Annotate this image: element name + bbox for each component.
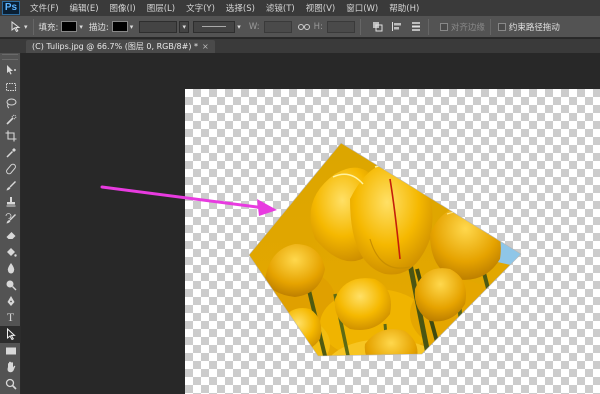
- crop-icon: [5, 130, 16, 142]
- marquee-tool[interactable]: [0, 79, 21, 96]
- menu-image[interactable]: 图像(I): [110, 2, 136, 14]
- menu-filter[interactable]: 滤镜(T): [266, 2, 295, 14]
- menu-file[interactable]: 文件(F): [30, 2, 59, 14]
- options-bar: ▾ 填充: ▾ 描边: ▾ ▾ ▾ W: H: 对齐边缘 约束路径拖动: [0, 16, 600, 38]
- eraser-tool[interactable]: [0, 227, 21, 244]
- fill-swatch[interactable]: [61, 21, 78, 32]
- stroke-swatch[interactable]: [111, 21, 128, 32]
- menu-help[interactable]: 帮助(H): [389, 2, 419, 14]
- menu-select[interactable]: 选择(S): [226, 2, 255, 14]
- brush-tool[interactable]: [0, 178, 21, 195]
- stroke-width-dropdown[interactable]: ▾: [179, 20, 190, 33]
- eraser-icon: [6, 232, 15, 240]
- quick-select-icon: [5, 114, 16, 125]
- paint-bucket-icon: [6, 247, 17, 257]
- chevron-down-icon[interactable]: ▾: [24, 23, 28, 31]
- menu-layer[interactable]: 图层(L): [147, 2, 175, 14]
- dodge-icon: [6, 280, 16, 291]
- zoom-tool[interactable]: [0, 376, 21, 393]
- document-tab-bar: (C) Tulips.jpg @ 66.7% (图层 0, RGB/8#) * ×: [0, 39, 600, 53]
- move-tool[interactable]: [0, 62, 21, 79]
- chevron-down-icon[interactable]: ▾: [237, 23, 241, 31]
- marquee-icon: [5, 82, 16, 91]
- menu-view[interactable]: 视图(V): [306, 2, 335, 14]
- history-brush-icon: [5, 212, 16, 224]
- align-edges-label: 对齐边缘: [450, 22, 485, 33]
- fill-label: 填充:: [38, 22, 59, 33]
- zoom-icon: [5, 378, 17, 390]
- healing-brush-tool[interactable]: [0, 161, 21, 178]
- width-field[interactable]: [263, 20, 292, 33]
- rectangle-icon: [5, 347, 16, 355]
- annotation-arrow: [100, 185, 277, 216]
- height-label: H:: [313, 21, 323, 32]
- menu-bar: Ps 文件(F) 编辑(E) 图像(I) 图层(L) 文字(Y) 选择(S) 滤…: [0, 0, 600, 16]
- menu-window[interactable]: 窗口(W): [346, 2, 378, 14]
- toolbox: T: [0, 53, 21, 394]
- path-alignment-icon[interactable]: [390, 21, 404, 33]
- move-icon: [6, 65, 16, 75]
- quick-select-tool[interactable]: [0, 112, 21, 129]
- direct-select-icon: [6, 328, 16, 341]
- menu-edit[interactable]: 编辑(E): [70, 2, 99, 14]
- type-icon: T: [6, 310, 15, 325]
- photoshop-logo: Ps: [2, 1, 20, 15]
- dodge-tool[interactable]: [0, 277, 21, 294]
- path-selection-tool[interactable]: [0, 326, 21, 343]
- stroke-width-field[interactable]: [139, 20, 178, 33]
- history-brush-tool[interactable]: [0, 211, 21, 228]
- rectangle-tool[interactable]: [0, 343, 21, 360]
- stroke-label: 描边:: [88, 22, 109, 33]
- lasso-tool[interactable]: [0, 95, 21, 112]
- separator: [359, 18, 361, 35]
- link-icon[interactable]: [297, 21, 311, 33]
- paint-bucket-tool[interactable]: [0, 244, 21, 261]
- path-arrangement-icon[interactable]: [409, 21, 423, 33]
- brush-icon: [6, 180, 16, 191]
- menu-type[interactable]: 文字(Y): [186, 2, 215, 14]
- path-operations-icon[interactable]: [371, 21, 385, 33]
- healing-brush-icon: [5, 163, 16, 175]
- clone-stamp-icon: [6, 197, 15, 207]
- crop-tool[interactable]: [0, 128, 21, 145]
- document-tab[interactable]: (C) Tulips.jpg @ 66.7% (图层 0, RGB/8#) * ×: [26, 40, 215, 53]
- constrain-path-label: 约束路径拖动: [508, 22, 560, 33]
- separator: [32, 18, 34, 35]
- separator: [489, 18, 491, 35]
- width-label: W:: [248, 21, 260, 32]
- tool-preset-picker[interactable]: [8, 21, 22, 33]
- align-edges-checkbox[interactable]: [439, 22, 448, 31]
- type-tool[interactable]: T: [0, 310, 21, 327]
- chevron-down-icon[interactable]: ▾: [79, 23, 83, 31]
- pen-icon: [7, 296, 14, 307]
- blur-tool[interactable]: [0, 260, 21, 277]
- toolbox-grip[interactable]: [2, 54, 18, 60]
- direct-select-icon: [11, 21, 20, 32]
- document-tab-title: (C) Tulips.jpg @ 66.7% (图层 0, RGB/8#) *: [32, 42, 199, 51]
- chevron-down-icon[interactable]: ▾: [130, 23, 134, 31]
- stroke-type-dropdown[interactable]: [193, 20, 236, 33]
- constrain-path-checkbox[interactable]: [497, 22, 506, 31]
- clone-stamp-tool[interactable]: [0, 194, 21, 211]
- hand-tool[interactable]: [0, 359, 21, 376]
- pen-tool[interactable]: [0, 293, 21, 310]
- close-icon[interactable]: ×: [202, 42, 209, 51]
- height-field[interactable]: [326, 20, 355, 33]
- eyedropper-tool[interactable]: [0, 145, 21, 162]
- separator: [427, 18, 429, 35]
- lasso-icon: [6, 98, 16, 109]
- blur-icon: [7, 263, 14, 274]
- eyedropper-icon: [5, 147, 16, 158]
- canvas-area[interactable]: [21, 53, 600, 394]
- hand-icon: [7, 362, 15, 373]
